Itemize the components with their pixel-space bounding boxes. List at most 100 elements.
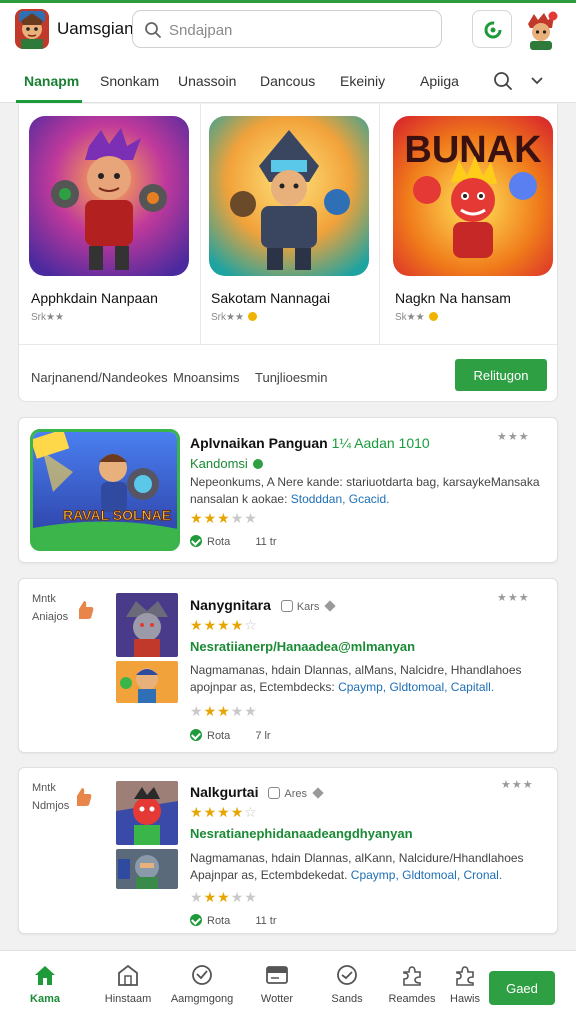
featured-game-art-3[interactable]: BUNAK bbox=[393, 116, 553, 276]
card-description-links[interactable]: Cpaymp, Gldtomoal, Cronal. bbox=[351, 868, 502, 882]
tab-nanapm[interactable]: Nanapm bbox=[24, 73, 79, 89]
search-icon[interactable] bbox=[492, 70, 514, 92]
tab-unassoin[interactable]: Unassoin bbox=[178, 73, 236, 89]
nav-action-button[interactable]: Gaed bbox=[489, 971, 555, 1005]
card-title[interactable]: Nanygnitara Kars bbox=[190, 597, 337, 613]
card-title-text: Nanygnitara bbox=[190, 597, 271, 613]
star-icon: ★ bbox=[203, 510, 218, 526]
featured-game-rating: Srk★★ bbox=[31, 312, 64, 323]
card-subtitle: Nesratiianerp/Hanaadea@mlmanyan bbox=[190, 639, 416, 654]
card-meta: Rota 7 lr bbox=[190, 729, 271, 742]
nav-label: Wotter bbox=[260, 993, 294, 1005]
tab-ekeiniy[interactable]: Ekeiniy bbox=[340, 73, 385, 89]
featured-game-art-1[interactable] bbox=[29, 116, 189, 276]
tag-icon bbox=[268, 787, 281, 799]
header-stars: ★★★★☆ bbox=[190, 804, 258, 821]
star-icon: ★ bbox=[217, 703, 231, 719]
card-title[interactable]: Nalkgurtai Ares bbox=[190, 784, 324, 800]
tag-icon bbox=[280, 600, 293, 612]
game-thumbnail[interactable] bbox=[116, 781, 178, 845]
featured-game-name[interactable]: Nagkn Na hansam bbox=[395, 290, 511, 306]
rating-stars: ★★★★★ bbox=[190, 703, 258, 720]
featured-game-name[interactable]: Apphkdain Nanpaan bbox=[31, 290, 158, 306]
thumbs-up-icon[interactable] bbox=[73, 786, 93, 808]
card-side-label: Mntk Aniajos bbox=[32, 593, 69, 623]
star-icon: ★ bbox=[190, 617, 204, 633]
nav-label: Hinstaam bbox=[104, 993, 152, 1005]
featured-link[interactable]: Tunjlioesmin bbox=[255, 370, 328, 385]
wallet-icon bbox=[266, 966, 288, 984]
star-icon: ★ bbox=[217, 804, 231, 820]
star-icon: ★ bbox=[244, 703, 258, 719]
star-icon: ★ bbox=[190, 804, 204, 820]
app-header: Uamsgian bbox=[0, 3, 576, 57]
star-icon: ★ bbox=[203, 804, 218, 820]
star-icon: ☆ bbox=[244, 804, 258, 820]
tab-apiiga[interactable]: Apiiga bbox=[420, 73, 459, 89]
star-icon: ★ bbox=[203, 889, 218, 905]
nav-label: Sands bbox=[331, 993, 363, 1005]
nav-item-home[interactable]: Kama bbox=[10, 963, 80, 1005]
star-icon: ★ bbox=[217, 617, 231, 633]
star-icon: ★ bbox=[190, 889, 204, 905]
nav-item-wallet[interactable]: Wotter bbox=[242, 963, 312, 1005]
star-icon: ★ bbox=[230, 804, 245, 820]
rating-stars: ★★★★★ bbox=[190, 510, 258, 527]
nav-label: Kama bbox=[30, 993, 60, 1005]
tab-dancous[interactable]: Dancous bbox=[260, 73, 315, 89]
featured-game-art-2[interactable] bbox=[209, 116, 369, 276]
meta-value: 11 tr bbox=[255, 915, 277, 927]
meta-label: Rota bbox=[207, 536, 231, 548]
search-bar[interactable] bbox=[132, 10, 442, 48]
bottom-navigation: Kama Hinstaam Aamgmgong Wotter Sands Rea… bbox=[0, 950, 576, 1024]
featured-action-button[interactable]: Relitugon bbox=[455, 359, 547, 391]
nav-item-search[interactable]: Sands bbox=[312, 963, 382, 1005]
thumbs-up-icon[interactable] bbox=[75, 599, 95, 621]
card-title-text: Aplvnaikan Panguan bbox=[190, 435, 328, 451]
nav-item-store[interactable]: Hinstaam bbox=[93, 963, 163, 1005]
chevron-down-icon[interactable] bbox=[530, 75, 544, 85]
rating-text: Srk★★ bbox=[211, 312, 244, 323]
card-title-suffix: 1¼ Aadan 1010 bbox=[331, 435, 430, 451]
search-input[interactable] bbox=[169, 19, 429, 41]
thumbnail-caption: RAVAL SOLNAE bbox=[63, 507, 171, 523]
card-description-links[interactable]: Cpaymp, Gldtomoal, Capitall. bbox=[338, 680, 494, 694]
featured-link[interactable]: Narjnanend/Nandeokes bbox=[31, 370, 168, 385]
meta-value: 11 tr bbox=[255, 536, 277, 548]
divider bbox=[200, 104, 201, 344]
featured-game-name[interactable]: Sakotam Nannagai bbox=[211, 290, 330, 306]
avatar[interactable] bbox=[524, 10, 558, 50]
game-thumbnail[interactable] bbox=[116, 661, 178, 703]
card-subtitle: Nesratianephidanaadeangdhyanyan bbox=[190, 826, 413, 841]
active-tab-indicator bbox=[16, 100, 82, 103]
card-subtitle-text: Kandomsi bbox=[190, 456, 248, 471]
game-thumbnail[interactable] bbox=[116, 593, 178, 657]
refresh-button[interactable] bbox=[472, 10, 512, 48]
corner-stars: ★★★ bbox=[501, 779, 534, 791]
game-card[interactable]: RAVAL SOLNAE Aplvnaikan Panguan 1¼ Aadan… bbox=[18, 417, 558, 563]
nav-item-games[interactable]: Aamgmgong bbox=[167, 963, 237, 1005]
game-thumbnail[interactable] bbox=[116, 849, 178, 889]
star-icon: ★ bbox=[217, 889, 231, 905]
featured-game-rating: Srk★★ bbox=[211, 312, 257, 323]
featured-link[interactable]: Mnoansims bbox=[173, 370, 239, 385]
corner-stars: ★★★ bbox=[497, 592, 530, 604]
star-icon: ★ bbox=[244, 510, 258, 526]
star-icon: ★ bbox=[230, 889, 245, 905]
divider bbox=[19, 344, 559, 345]
game-card[interactable]: Mntk Ndmjos Nalkgurtai Ares ★★★ ★★★★☆ Ne… bbox=[18, 767, 558, 934]
star-icon: ★ bbox=[190, 703, 204, 719]
header-stars: ★★★★☆ bbox=[190, 617, 258, 634]
app-logo[interactable] bbox=[15, 9, 49, 49]
corner-stars: ★★★ bbox=[497, 431, 530, 443]
card-title-tag: Kars bbox=[296, 601, 320, 613]
tab-snonkam[interactable]: Snonkam bbox=[100, 73, 159, 89]
card-description: Nagmamanas, hdain Dlannas, alMans, Nalci… bbox=[190, 662, 545, 696]
game-thumbnail[interactable]: RAVAL SOLNAE bbox=[30, 429, 180, 551]
star-icon: ★ bbox=[230, 703, 245, 719]
diamond-icon bbox=[312, 787, 324, 799]
coin-icon bbox=[247, 312, 257, 321]
card-title[interactable]: Aplvnaikan Panguan 1¼ Aadan 1010 bbox=[190, 435, 430, 451]
game-card[interactable]: Mntk Aniajos Nanygnitara Kars ★★★ ★★★★☆ … bbox=[18, 578, 558, 753]
card-description-links[interactable]: Stodddan, Gcacid. bbox=[291, 492, 390, 506]
